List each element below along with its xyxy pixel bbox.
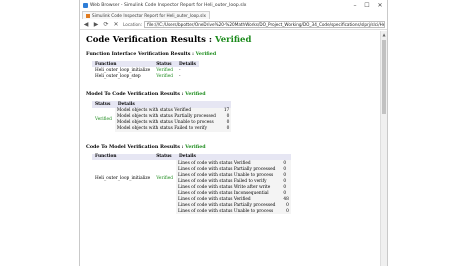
- report-content: Code Verification Results : Verified Fun…: [80, 31, 380, 266]
- details-cell: -: [179, 73, 181, 79]
- close-button[interactable]: ✕: [373, 0, 387, 10]
- tab-bar: Simulink Code Inspector Report for Heli_…: [80, 10, 387, 19]
- status-cell: Verified: [156, 175, 174, 181]
- detail-row: Lines of code with status Partially proc…: [176, 202, 291, 208]
- tab-report[interactable]: Simulink Code Inspector Report for Heli_…: [82, 11, 211, 19]
- address-bar[interactable]: file:///C:/Users/bpotter/OneDrive%20-%20…: [144, 20, 385, 28]
- minimize-button[interactable]: –: [349, 0, 361, 10]
- refresh-icon[interactable]: ⟳: [102, 20, 110, 28]
- detail-row: Model objects with status Partially proc…: [115, 114, 231, 120]
- detail-label: Lines of code with status Write after wr…: [178, 184, 271, 190]
- detail-label: Model objects with status Unable to proc…: [116, 120, 214, 126]
- detail-label: Lines of code with status Failed to veri…: [178, 178, 267, 184]
- function-cell: Heli_outer_loop_initialize: [95, 67, 151, 73]
- table-row: Heli_outer_loop_step Verified -: [92, 73, 199, 79]
- table-row: Heli_outer_loop_initialize Verified Line…: [92, 160, 291, 197]
- function-interface-verdict: Verified: [195, 51, 217, 57]
- model-to-code-heading-text: Model To Code Verification Results :: [86, 91, 186, 98]
- model-to-code-table: Status Details Verified Model objects wi…: [92, 101, 232, 132]
- detail-label: Lines of code with status Unable to proc…: [178, 172, 274, 178]
- details-cell: Lines of code with status Verified 0 Lin…: [176, 160, 291, 197]
- scroll-up-icon[interactable]: ▲: [381, 31, 387, 38]
- model-to-code-verdict: Verified: [185, 91, 206, 98]
- window-title: Web Browser - Simulink Code Inspector Re…: [90, 2, 247, 8]
- detail-label: Lines of code with status Inconsequentia…: [178, 190, 269, 196]
- column-header-details: Details: [176, 61, 199, 68]
- navigation-bar: ◀ ▶ ⟳ ✕ Location: file:///C:/Users/bpott…: [80, 19, 387, 30]
- code-to-model-heading: Code To Model Verification Results : Ver…: [86, 144, 374, 150]
- detail-count: 0: [286, 208, 289, 214]
- back-arrow-icon[interactable]: ◀: [82, 20, 90, 28]
- stop-icon[interactable]: ✕: [112, 20, 120, 28]
- page-title: Code Verification Results : Verified: [86, 35, 374, 45]
- details-cell: Lines of code with status Verified 48 Li…: [176, 196, 291, 215]
- function-cell: Heli_outer_loop_initialize: [95, 175, 151, 181]
- detail-row: Model objects with status Failed to veri…: [115, 126, 231, 132]
- detail-label: Model objects with status Partially proc…: [116, 114, 216, 120]
- location-label: Location:: [123, 21, 143, 27]
- function-cell: [92, 196, 153, 214]
- code-to-model-heading-text: Code To Model Verification Results :: [86, 143, 186, 150]
- table-row: Lines of code with status Verified 48 Li…: [92, 196, 291, 215]
- function-interface-table: Function Status Details Heli_outer_loop_…: [92, 61, 199, 80]
- details-subtable: Lines of code with status Verified 48 Li…: [176, 196, 291, 214]
- detail-label: Lines of code with status Partially proc…: [178, 202, 276, 208]
- details-subtable: Model objects with status Verified 17 Mo…: [115, 108, 231, 132]
- function-interface-heading: Function Interface Verification Results …: [86, 51, 374, 57]
- function-interface-heading-text: Function Interface Verification Results …: [86, 51, 196, 57]
- detail-row: Lines of code with status Partially proc…: [176, 166, 288, 172]
- code-to-model-verdict: Verified: [185, 143, 206, 150]
- function-cell: Heli_outer_loop_step: [95, 73, 141, 79]
- status-cell: [153, 196, 176, 214]
- model-to-code-heading: Model To Code Verification Results : Ver…: [86, 91, 374, 97]
- detail-count: 0: [226, 126, 230, 132]
- detail-row: Lines of code with status Unable to proc…: [176, 172, 288, 178]
- page-title-verdict: Verified: [214, 35, 252, 45]
- detail-row: Lines of code with status Unable to proc…: [176, 208, 291, 214]
- status-cell: Verified: [156, 67, 174, 73]
- browser-app-icon: [83, 2, 88, 8]
- vertical-scrollbar[interactable]: ▲: [380, 31, 387, 266]
- title-bar: Web Browser - Simulink Code Inspector Re…: [80, 0, 387, 10]
- forward-arrow-icon[interactable]: ▶: [92, 20, 100, 28]
- detail-label: Lines of code with status Unable to proc…: [178, 208, 274, 214]
- page-title-text: Code Verification Results :: [86, 35, 215, 45]
- browser-window: Web Browser - Simulink Code Inspector Re…: [79, 0, 388, 266]
- detail-label: Model objects with status Failed to veri…: [116, 126, 208, 132]
- table-row: Verified Model objects with status Verif…: [92, 107, 232, 132]
- scrollbar-thumb[interactable]: [382, 40, 386, 114]
- status-cell: Verified: [95, 117, 112, 123]
- maximize-button[interactable]: ☐: [361, 0, 373, 10]
- details-cell: Model objects with status Verified 17 Mo…: [114, 107, 232, 132]
- code-to-model-table: Function Status Details Heli_outer_loop_…: [92, 153, 291, 215]
- status-cell: Verified: [156, 73, 174, 79]
- detail-label: Lines of code with status Partially proc…: [178, 166, 276, 172]
- tab-label: Simulink Code Inspector Report for Heli_…: [92, 13, 207, 18]
- window-controls: – ☐ ✕: [349, 0, 387, 10]
- page-icon: [86, 13, 90, 18]
- details-subtable: Lines of code with status Verified 0 Lin…: [176, 160, 288, 196]
